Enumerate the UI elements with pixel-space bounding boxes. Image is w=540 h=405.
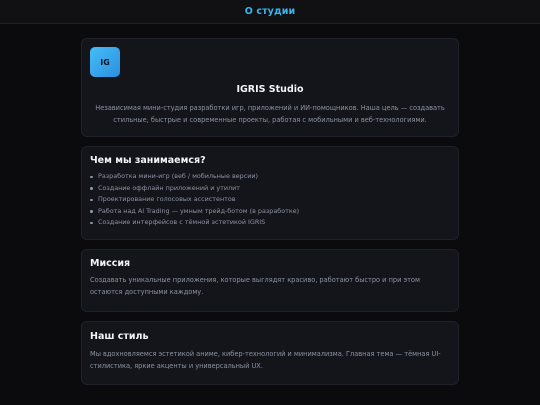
page-title: О студии <box>244 6 296 17</box>
studio-description: Независимая мини-студия разработки игр, … <box>95 104 445 124</box>
studio-logo-text: IG <box>100 57 110 67</box>
style-card: Наш стиль Мы вдохновляемся эстетикой ани… <box>81 321 459 385</box>
mission-text: Создавать уникальные приложения, которые… <box>90 276 420 296</box>
studio-name: IGRIS Studio <box>236 84 304 95</box>
mission-title: Миссия <box>90 258 131 269</box>
what-we-do-title: Чем мы занимаемся? <box>90 155 206 166</box>
style-text: Мы вдохновляемся эстетикой аниме, кибер-… <box>90 350 441 370</box>
list-item: Разработка мини-игр (веб / мобильные вер… <box>90 171 299 183</box>
list-item: Создание оффлайн приложений и утилит <box>90 183 299 195</box>
top-bar: О студии <box>0 0 540 24</box>
list-item: Работа над AI Trading — умным трейд-бото… <box>90 206 299 218</box>
list-item: Создание интерфейсов с тёмной эстетикой … <box>90 217 299 229</box>
studio-logo: IG <box>90 47 120 77</box>
what-we-do-list: Разработка мини-игр (веб / мобильные вер… <box>90 171 299 229</box>
list-item: Проектирование голосовых ассистентов <box>90 194 299 206</box>
mission-card: Миссия Создавать уникальные приложения, … <box>81 249 459 312</box>
studio-info-card: IG IGRIS Studio Независимая мини-студия … <box>81 38 459 137</box>
style-title: Наш стиль <box>90 331 149 342</box>
what-we-do-card: Чем мы занимаемся? Разработка мини-игр (… <box>81 146 459 240</box>
